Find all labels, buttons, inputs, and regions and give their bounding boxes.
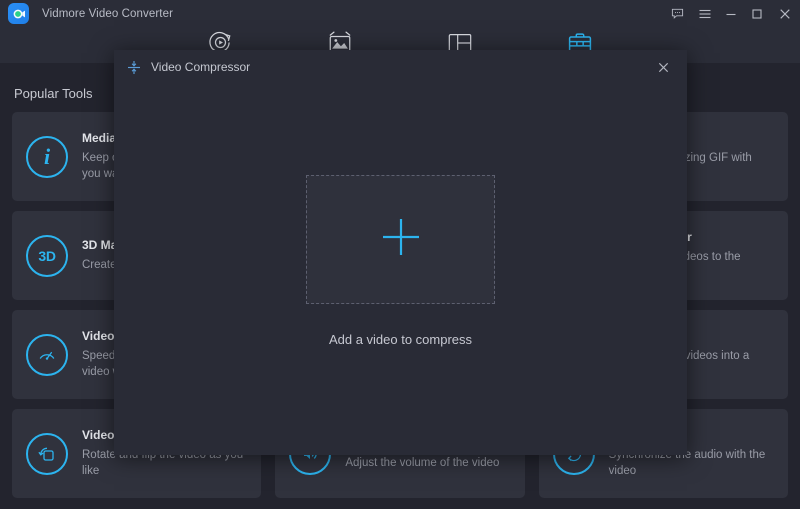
compress-icon xyxy=(127,60,141,75)
info-circle-icon: i xyxy=(26,136,68,178)
close-icon[interactable] xyxy=(653,57,673,77)
rotate-circle-icon xyxy=(26,433,68,475)
dialog-header: Video Compressor xyxy=(114,50,687,84)
speedometer-circle-icon xyxy=(26,334,68,376)
dropzone-label: Add a video to compress xyxy=(329,332,472,347)
feedback-button[interactable] xyxy=(662,0,692,27)
app-window: Vidmore Video Converter xyxy=(0,0,800,509)
plus-icon xyxy=(379,215,423,264)
title-bar: Vidmore Video Converter xyxy=(0,0,800,27)
app-title: Vidmore Video Converter xyxy=(42,8,173,20)
close-button[interactable] xyxy=(770,0,800,27)
3d-circle-icon: 3D xyxy=(26,235,68,277)
video-compressor-dialog: Video Compressor Add a video to compress xyxy=(114,50,687,455)
dialog-body: Add a video to compress xyxy=(114,84,687,455)
add-video-dropzone[interactable] xyxy=(306,175,495,304)
window-controls xyxy=(662,0,800,27)
dialog-title: Video Compressor xyxy=(151,60,250,74)
minimize-button[interactable] xyxy=(718,0,744,27)
tool-description: Adjust the volume of the video xyxy=(345,456,499,472)
menu-button[interactable] xyxy=(692,0,718,27)
maximize-button[interactable] xyxy=(744,0,770,27)
app-logo-icon xyxy=(8,3,29,24)
